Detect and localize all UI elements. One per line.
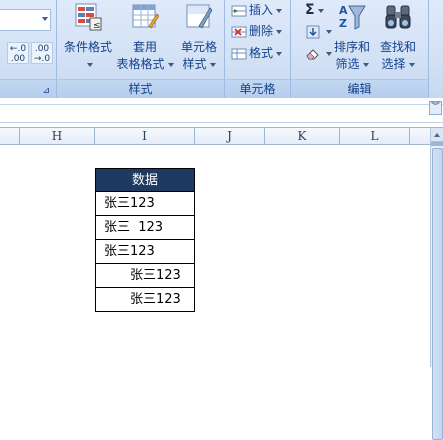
table-cell[interactable]: 张三123	[95, 264, 195, 288]
decrease-decimal-button[interactable]: .00 →.0	[31, 42, 53, 64]
scroll-thumb[interactable]	[432, 148, 443, 440]
increase-decimal-icon: ←.0.00	[9, 44, 27, 64]
column-header-k[interactable]: K	[265, 128, 340, 145]
chevron-down-icon	[209, 62, 216, 67]
split-handle[interactable]	[431, 142, 443, 146]
double-chevron-down-icon[interactable]: ︾	[429, 101, 442, 115]
fill-down-icon	[306, 25, 320, 38]
svg-text:A: A	[339, 4, 348, 17]
delete-cells-icon	[231, 26, 247, 37]
insert-label: 插入	[249, 3, 274, 17]
chevron-down-icon	[408, 62, 415, 67]
format-as-table-label-1: 套用	[132, 40, 157, 54]
chevron-down-icon	[86, 62, 93, 67]
svg-text:Z: Z	[339, 17, 347, 30]
increase-decimal-button[interactable]: ←.0.00	[7, 42, 29, 64]
conditional-format-label: 条件格式	[63, 40, 112, 54]
chevron-down-icon	[167, 62, 174, 67]
column-header-h[interactable]: H	[20, 128, 95, 145]
decrease-decimal-icon: .00 →.0	[33, 44, 51, 64]
conditional-format-icon: ≤	[75, 3, 102, 31]
column-header-row: H I J K L	[0, 128, 430, 145]
number-format-dropdown[interactable]	[0, 9, 51, 31]
insert-button[interactable]: 插入	[231, 0, 283, 20]
binoculars-icon	[385, 5, 411, 29]
table-cell[interactable]: 张三123	[95, 288, 195, 312]
styles-group-label: 样式	[57, 79, 224, 98]
cell-styles-icon	[186, 4, 213, 29]
sort-filter-icon: A Z	[339, 4, 366, 30]
number-group-label: ⊿	[0, 79, 56, 98]
format-as-table-icon	[132, 4, 160, 29]
delete-label: 删除	[249, 24, 274, 38]
clear-button[interactable]	[305, 43, 332, 63]
chevron-down-icon	[276, 29, 283, 34]
table-header-cell[interactable]: 数据	[95, 168, 195, 192]
insert-cells-icon	[231, 5, 247, 16]
chevron-down-icon	[317, 8, 324, 13]
cells-group-label: 单元格	[225, 79, 290, 98]
dialog-launcher-icon[interactable]: ⊿	[42, 86, 50, 96]
column-header-blank	[0, 128, 20, 145]
format-button[interactable]: 格式	[231, 43, 283, 63]
data-table: 数据 张三123 张三 123 张三123 张三123 张三123	[95, 168, 195, 312]
chevron-down-icon	[276, 51, 283, 56]
format-cells-icon	[231, 48, 247, 59]
sort-filter-label-1: 排序和	[333, 40, 370, 54]
editing-group-label: 编辑	[291, 79, 428, 98]
fill-button[interactable]	[305, 21, 332, 41]
cell-styles-label-2: 样式	[182, 57, 207, 71]
editing-group: Σ A Z 排序和 筛选 查找和 选择 编辑	[291, 0, 429, 98]
vertical-scrollbar[interactable]	[430, 128, 443, 440]
sort-filter-button[interactable]: A Z 排序和 筛选	[329, 0, 375, 73]
table-cell[interactable]: 张三123	[95, 192, 195, 216]
scroll-up-icon[interactable]	[431, 128, 443, 142]
sort-filter-label-2: 筛选	[335, 57, 360, 71]
table-cell[interactable]: 张三 123	[95, 216, 195, 240]
styles-group: ≤ 条件格式 套用 表格格式 单元格 样式 样式	[57, 0, 225, 98]
chevron-down-icon	[276, 8, 283, 13]
format-label: 格式	[249, 46, 274, 60]
find-select-button[interactable]: 查找和 选择	[375, 0, 421, 73]
chevron-down-icon	[362, 62, 369, 67]
eraser-icon	[306, 48, 319, 59]
cell-styles-label-1: 单元格	[180, 40, 217, 54]
svg-text:≤: ≤	[93, 21, 101, 31]
format-as-table-label-2: 表格格式	[116, 57, 165, 71]
table-cell[interactable]: 张三123	[95, 240, 195, 264]
cell-styles-button[interactable]: 单元格 样式	[174, 0, 224, 73]
worksheet-grid[interactable]	[0, 145, 430, 367]
autosum-button[interactable]: Σ	[305, 0, 324, 20]
ribbon: ←.0.00 .00 →.0 ⊿ ≤ 条件格式 套用 表格格式 单元格 样式 样…	[0, 0, 443, 98]
format-as-table-button[interactable]: 套用 表格格式	[115, 0, 175, 73]
formula-bar[interactable]	[0, 104, 443, 123]
column-header-i[interactable]: I	[95, 128, 195, 145]
sigma-icon: Σ	[305, 2, 315, 18]
column-header-j[interactable]: J	[195, 128, 265, 145]
number-group: ←.0.00 .00 →.0 ⊿	[0, 0, 57, 98]
find-select-label-1: 查找和	[379, 40, 416, 54]
conditional-format-button[interactable]: ≤ 条件格式	[60, 0, 116, 73]
column-header-l[interactable]: L	[340, 128, 410, 145]
formula-bar-area: ︾	[0, 98, 443, 128]
find-select-label-2: 选择	[381, 57, 406, 71]
delete-button[interactable]: 删除	[231, 21, 283, 41]
cells-group: 插入 删除 格式 单元格	[225, 0, 291, 98]
chevron-down-icon	[42, 17, 48, 21]
